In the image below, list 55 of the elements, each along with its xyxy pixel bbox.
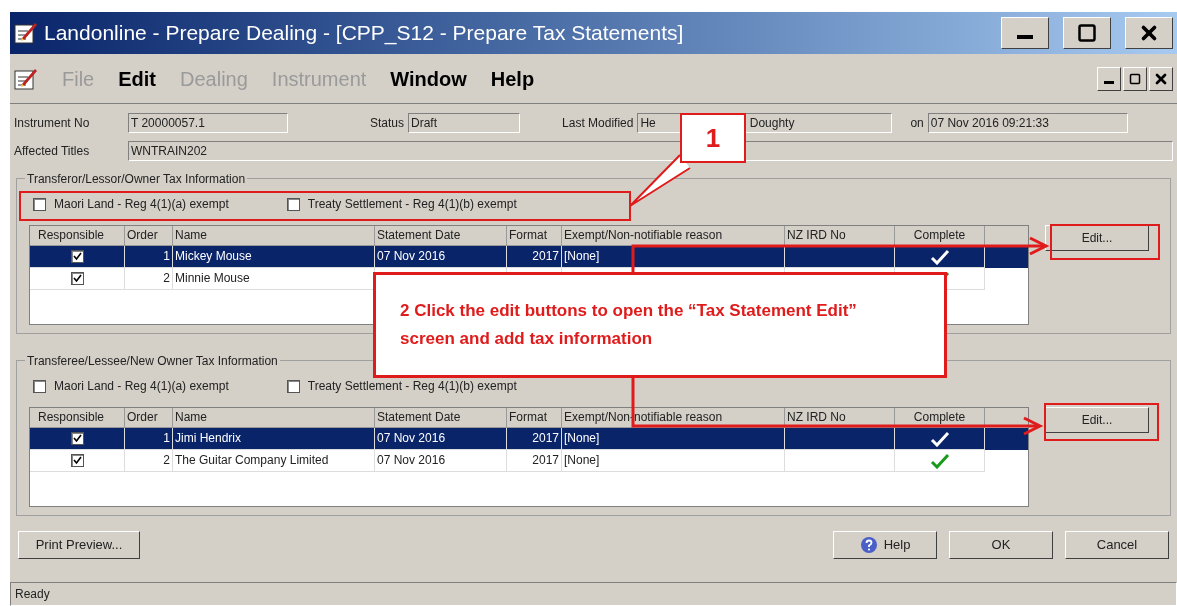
table-cell: [None] <box>562 450 785 472</box>
checkbox[interactable] <box>286 197 300 211</box>
checkbox[interactable] <box>33 379 46 393</box>
field-label: Status <box>370 115 405 132</box>
help-button[interactable]: Help <box>833 531 937 559</box>
document-pencil-icon <box>14 21 38 45</box>
menu-item[interactable]: Help <box>490 63 535 94</box>
checkbox-label: Maori Land - Reg 4(1)(a) exempt <box>54 378 229 395</box>
minimize-icon <box>1017 35 1033 39</box>
maximize-icon <box>1077 23 1097 43</box>
checkbox[interactable] <box>286 379 300 393</box>
minimize-icon <box>1104 81 1114 84</box>
field-label: Instrument No <box>14 115 91 132</box>
instrument-number-field: T 20000057.1 <box>128 113 288 133</box>
checkbox-label: Treaty Settlement - Reg 4(1)(b) exempt <box>307 196 517 213</box>
column-header[interactable]: Complete <box>895 226 985 246</box>
edit-button[interactable]: Edit... <box>1045 407 1149 433</box>
document-pencil-icon <box>14 66 38 91</box>
minimize-button[interactable] <box>1097 66 1121 91</box>
field-label: on <box>910 115 924 132</box>
checkbox[interactable] <box>70 272 84 285</box>
table-cell: 2 <box>125 450 173 472</box>
table-cell: The Guitar Company Limited <box>173 450 375 472</box>
field-label: Last Modified <box>562 115 634 132</box>
checkbox[interactable] <box>70 250 84 263</box>
checkbox[interactable] <box>33 197 46 211</box>
help-icon <box>859 536 878 554</box>
callout-text: 2 Click the edit buttons to open the “Tax Statement Edit” screen and add tax information <box>400 300 858 350</box>
checkbox[interactable] <box>70 454 84 467</box>
print-preview-button[interactable]: Print Preview... <box>18 531 140 559</box>
status-bar: Ready <box>10 582 1177 606</box>
field-label: Affected Titles <box>14 143 91 160</box>
menu-item[interactable]: Edit <box>118 63 156 94</box>
maximize-button[interactable] <box>1063 17 1111 49</box>
column-header[interactable]: NZ IRD No <box>785 226 895 246</box>
restore-icon <box>1129 72 1141 85</box>
checkbox-label: Maori Land - Reg 4(1)(a) exempt <box>54 196 229 213</box>
edit-button[interactable]: Edit... <box>1045 225 1149 251</box>
cancel-button[interactable]: Cancel <box>1065 531 1169 559</box>
close-button[interactable] <box>1149 66 1173 91</box>
table-cell: 2 <box>125 268 173 290</box>
modified-date-field: 07 Nov 2016 09:21:33 <box>927 113 1128 133</box>
window-title: Landonline - Prepare Dealing - [CPP_S12 - Prepare Tax Statements] <box>44 20 685 47</box>
table-cell: 2017 <box>507 450 562 472</box>
ok-button[interactable]: OK <box>949 531 1053 559</box>
close-button[interactable] <box>1125 17 1173 49</box>
minimize-button[interactable] <box>1001 17 1049 49</box>
table-row[interactable]: 1 Jimi Hendrix 07 Nov 2016 2017 [None] <box>30 428 1028 450</box>
checkbox-label: Treaty Settlement - Reg 4(1)(b) exempt <box>307 378 517 395</box>
menu-item[interactable]: Window <box>390 63 467 94</box>
table-row[interactable]: 1 Mickey Mouse 07 Nov 2016 2017 [None] <box>30 246 1028 268</box>
status-field: Draft <box>408 113 521 133</box>
table-cell: 07 Nov 2016 <box>375 450 507 472</box>
restore-button[interactable] <box>1123 66 1147 91</box>
checkbox[interactable] <box>70 432 84 445</box>
